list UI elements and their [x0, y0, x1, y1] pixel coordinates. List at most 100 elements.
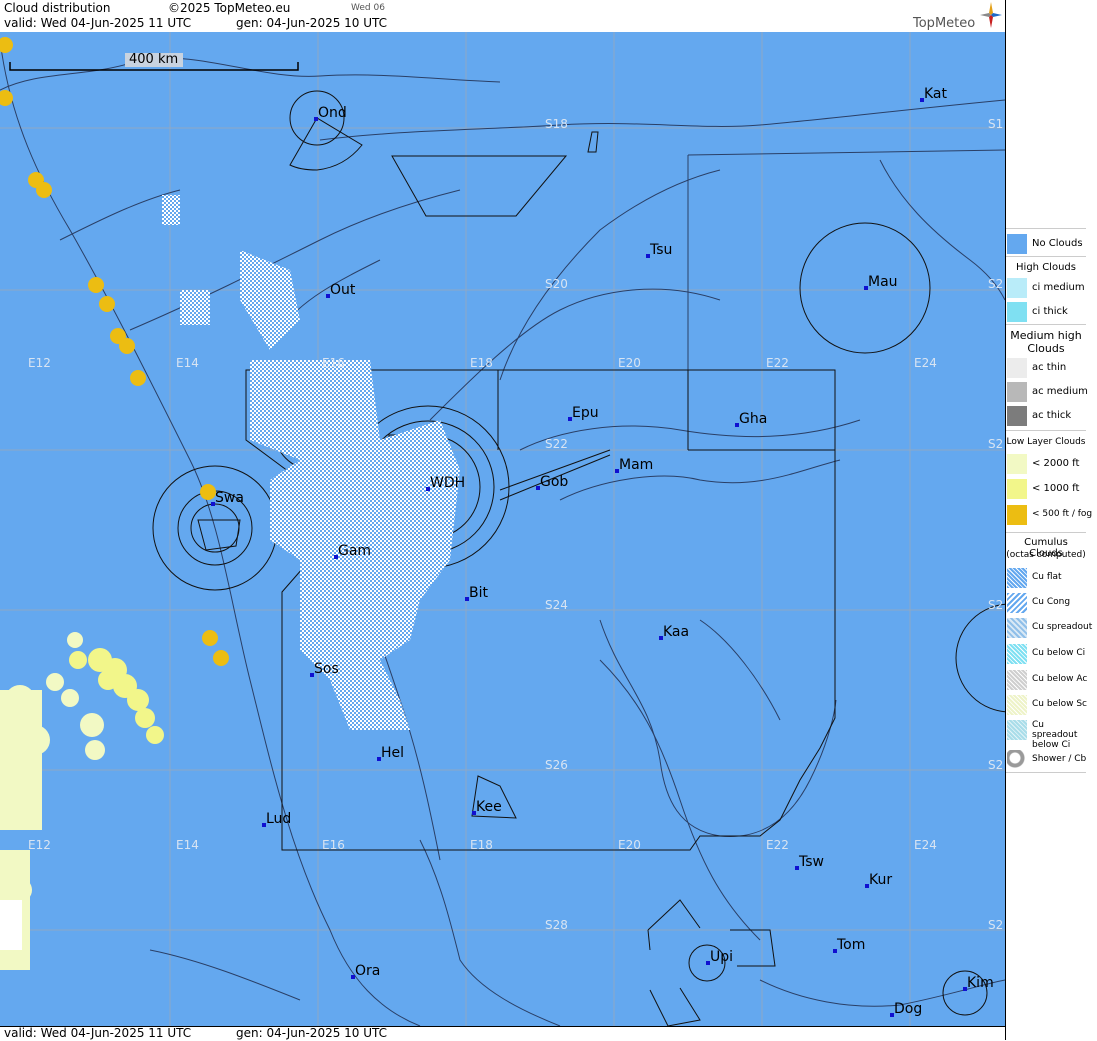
legend-ac-thick: ac thick [1006, 404, 1086, 426]
place-tsu: Tsu [646, 242, 672, 258]
generated-time: gen: 04-Jun-2025 10 UTC [236, 16, 388, 30]
place-label: Sos [314, 661, 339, 677]
grid-labels: E12 E14 E16 E18 E20 E22 E24 E12 E14 E16 … [28, 117, 1003, 932]
legend-low-1000: < 1000 ft [1006, 477, 1086, 499]
lat-label: S26 [545, 758, 568, 772]
place-bit: Bit [465, 585, 488, 601]
low-2000-swatch [1007, 454, 1027, 474]
lon-bottom-label: E22 [766, 838, 789, 852]
place-wdh: WDH [426, 475, 465, 491]
legend-no-clouds: No Clouds [1006, 232, 1086, 254]
cu-cong-swatch [1007, 593, 1027, 613]
lat-edge-label: S2 [988, 437, 1003, 451]
legend-panel: No Clouds High Clouds ci medium ci thick… [1005, 0, 1097, 1040]
place-out: Out [326, 282, 356, 298]
legend-section-high: High Clouds [1016, 262, 1076, 273]
legend-label: ac thin [1032, 362, 1067, 373]
place-label: Tom [836, 937, 865, 953]
place-label: Kaa [663, 624, 689, 640]
legend-cu-cong: Cu Cong [1006, 591, 1086, 613]
place-hel: Hel [377, 745, 404, 761]
low-cloud-areas [0, 37, 229, 970]
map-title: Cloud distribution [4, 1, 111, 15]
legend-section-low: Low Layer Clouds [1006, 437, 1086, 447]
map-header: Cloud distribution ©2025 TopMeteo.eu Wed… [0, 0, 1005, 33]
place-ora: Ora [351, 963, 380, 979]
place-label: Bit [469, 585, 488, 601]
place-label: Kee [476, 799, 502, 815]
ac-thin-swatch [1007, 358, 1027, 378]
place-kat: Kat [920, 86, 948, 102]
lat-edge-label: S1 [988, 117, 1003, 131]
place-label: WDH [430, 475, 465, 491]
legend-ci-medium: ci medium [1006, 276, 1086, 298]
place-label: Kur [869, 872, 892, 888]
place-label: Mam [619, 457, 653, 473]
ci-thick-swatch [1007, 302, 1027, 322]
place-dog: Dog [890, 1001, 922, 1017]
legend-label: Cu spreadout [1032, 622, 1093, 632]
lon-bottom-label: E20 [618, 838, 641, 852]
place-kaa: Kaa [659, 624, 689, 640]
cloud-map[interactable]: E12 E14 E16 E18 E20 E22 E24 E12 E14 E16 … [0, 32, 1005, 1026]
place-upi: Upi [706, 949, 733, 965]
place-label: Dog [894, 1001, 922, 1017]
place-label: Tsw [798, 854, 824, 870]
place-gob: Gob [536, 474, 568, 490]
lon-top-label: E16 [322, 356, 345, 370]
lon-top-label: E12 [28, 356, 51, 370]
lon-bottom-label: E24 [914, 838, 937, 852]
map-footer: valid: Wed 04-Jun-2025 11 UTC gen: 04-Ju… [0, 1026, 1005, 1041]
low-1000-swatch [1007, 479, 1027, 499]
legend-low-2000: < 2000 ft [1006, 452, 1086, 474]
ci-medium-swatch [1007, 278, 1027, 298]
legend-shower-cb: Shower / Cb [1006, 748, 1086, 770]
legend-label: Shower / Cb [1032, 754, 1087, 764]
footer-generated-time: gen: 04-Jun-2025 10 UTC [236, 1026, 388, 1040]
place-label: Gha [739, 411, 767, 427]
legend-label: < 2000 ft [1032, 458, 1080, 469]
cu-below-ac-swatch [1007, 670, 1027, 690]
legend-cumulus-subtitle: (octas computed) [1006, 550, 1086, 560]
brand-logo-text: TopMeteo [913, 16, 976, 31]
place-swa: Swa [211, 490, 244, 506]
cumulus-areas [162, 195, 460, 730]
legend-ac-medium: ac medium [1006, 380, 1088, 402]
lon-bottom-label: E18 [470, 838, 493, 852]
valid-time: valid: Wed 04-Jun-2025 11 UTC [4, 16, 192, 30]
place-label: Upi [710, 949, 733, 965]
legend-cu-below-ci: Cu below Ci [1006, 642, 1086, 664]
lat-edge-label: S2 [988, 918, 1003, 932]
day-tag: Wed 06 [351, 3, 385, 13]
map-canvas: E12 E14 E16 E18 E20 E22 E24 E12 E14 E16 … [0, 32, 1005, 1026]
legend-cu-below-sc: Cu below Sc [1006, 693, 1087, 715]
legend-label: No Clouds [1032, 238, 1083, 249]
place-label: Ora [355, 963, 380, 979]
lat-edge-label: S2 [988, 598, 1003, 612]
lon-bottom-label: E14 [176, 838, 199, 852]
place-label: Swa [215, 490, 244, 506]
lon-top-label: E14 [176, 356, 199, 370]
place-mam: Mam [615, 457, 653, 473]
scale-bar-label: 400 km [129, 52, 179, 67]
place-tsw: Tsw [795, 854, 824, 870]
place-label: Kim [967, 975, 994, 991]
legend-low-500: < 500 ft / fog [1006, 503, 1092, 525]
place-label: Hel [381, 745, 404, 761]
lon-top-label: E20 [618, 356, 641, 370]
legend-label: Cu flat [1032, 572, 1062, 582]
legend-ci-thick: ci thick [1006, 300, 1086, 322]
place-ond: Ond [314, 105, 347, 121]
legend-cu-below-ac: Cu below Ac [1006, 668, 1087, 690]
cu-spreadout-swatch [1007, 618, 1027, 638]
legend-label: Cu Cong [1032, 597, 1071, 607]
place-label: Mau [868, 274, 898, 290]
place-epu: Epu [568, 405, 599, 421]
legend-label: Cu below Sc [1032, 699, 1087, 709]
legend-label: ac thick [1032, 410, 1072, 421]
legend-label: ci thick [1032, 306, 1068, 317]
place-label: Out [330, 282, 356, 298]
cu-below-ci-swatch [1007, 644, 1027, 664]
place-label: Epu [572, 405, 599, 421]
cu-spreadout-below-ci-swatch [1007, 720, 1027, 740]
